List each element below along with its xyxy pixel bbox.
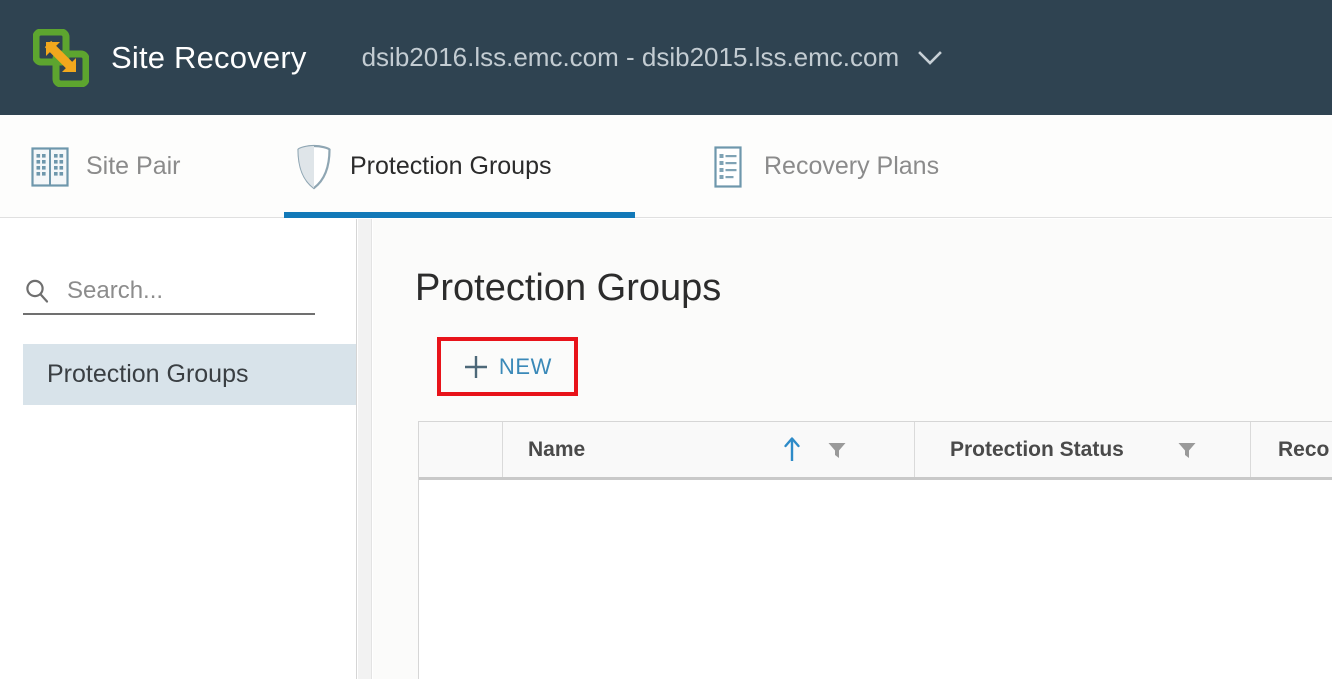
main-content: Protection Groups NEW Name Protection St… — [373, 219, 1332, 679]
plus-icon — [463, 354, 489, 380]
site-pair-selector-label[interactable]: dsib2016.lss.emc.com - dsib2015.lss.emc.… — [362, 42, 900, 73]
site-recovery-app: Site Recovery dsib2016.lss.emc.com - dsi… — [0, 0, 1332, 679]
table-column-recovery-plan-label: Reco — [1278, 437, 1330, 461]
new-protection-group-button[interactable]: NEW — [441, 341, 574, 392]
sidebar-item-protection-groups[interactable]: Protection Groups — [23, 344, 356, 405]
sidebar-gutter — [358, 219, 372, 679]
filter-funnel-icon[interactable] — [826, 439, 848, 461]
filter-funnel-icon[interactable] — [1176, 439, 1198, 461]
page-title: Protection Groups — [415, 267, 722, 309]
shield-icon — [292, 143, 336, 191]
buildings-icon — [28, 145, 72, 189]
tab-protection-groups[interactable]: Protection Groups — [292, 115, 552, 218]
table-column-name[interactable]: Name — [503, 422, 915, 477]
sidebar-item-label: Protection Groups — [47, 360, 249, 388]
main-nav-tabs: Site Pair Protection Groups Recovery Pla… — [0, 115, 1332, 218]
sidebar: Protection Groups — [0, 219, 357, 679]
tab-protection-groups-label: Protection Groups — [350, 152, 552, 180]
new-button-highlight: NEW — [437, 337, 578, 396]
tab-recovery-plans[interactable]: Recovery Plans — [706, 115, 939, 218]
tab-site-pair[interactable]: Site Pair — [28, 115, 180, 218]
table-column-recovery-plan[interactable]: Reco — [1251, 422, 1332, 477]
app-title: Site Recovery — [111, 39, 307, 75]
table-header-row: Name Protection Status Reco — [419, 422, 1332, 480]
active-tab-underline — [284, 212, 635, 218]
chevron-down-icon[interactable] — [917, 49, 943, 67]
tab-site-pair-label: Site Pair — [86, 152, 181, 180]
search-field[interactable] — [23, 269, 315, 315]
table-column-protection-status[interactable]: Protection Status — [915, 422, 1251, 477]
table-column-protection-status-label: Protection Status — [950, 437, 1124, 461]
app-header: Site Recovery dsib2016.lss.emc.com - dsi… — [0, 0, 1332, 115]
search-input[interactable] — [67, 277, 307, 305]
protection-groups-table: Name Protection Status Reco — [418, 421, 1332, 679]
table-body — [419, 480, 1332, 677]
search-icon — [23, 277, 53, 305]
tab-recovery-plans-label: Recovery Plans — [764, 152, 940, 180]
sort-ascending-icon[interactable] — [782, 435, 802, 465]
table-column-name-label: Name — [528, 437, 586, 461]
new-button-label: NEW — [498, 353, 553, 379]
site-recovery-logo-icon — [33, 28, 89, 87]
document-list-icon — [706, 144, 750, 190]
table-column-select[interactable] — [419, 422, 503, 477]
